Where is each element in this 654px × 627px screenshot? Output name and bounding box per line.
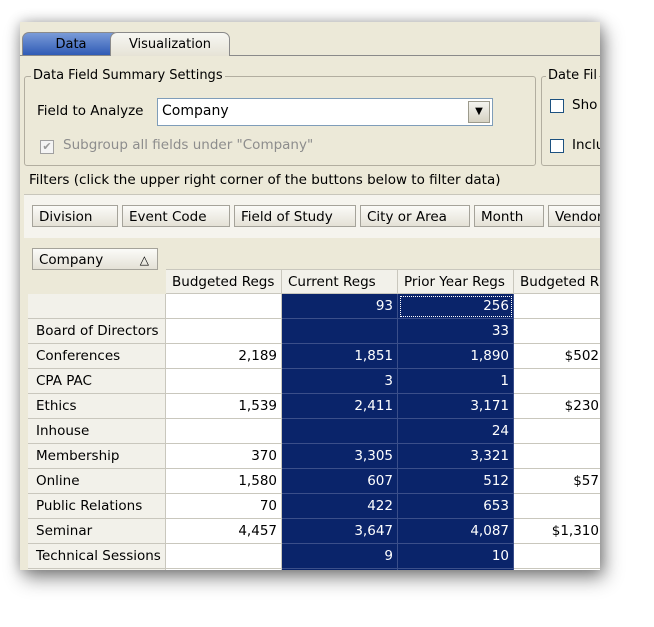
- data-cell[interactable]: 1,851: [282, 344, 398, 369]
- data-cell[interactable]: 1,890: [398, 344, 514, 369]
- chevron-down-icon[interactable]: ▼: [468, 101, 490, 123]
- data-cell[interactable]: 607: [282, 469, 398, 494]
- column-header[interactable]: Prior Year Regs: [398, 269, 514, 294]
- data-cell[interactable]: [166, 544, 282, 569]
- data-cell[interactable]: [514, 369, 600, 394]
- column-header[interactable]: Current Regs: [282, 269, 398, 294]
- data-cell[interactable]: [514, 494, 600, 519]
- data-cell[interactable]: 24: [398, 419, 514, 444]
- data-cell[interactable]: 1: [398, 369, 514, 394]
- data-cell[interactable]: $2,100: [514, 569, 600, 570]
- data-cell[interactable]: 9: [282, 544, 398, 569]
- data-cell[interactable]: 10: [398, 544, 514, 569]
- subgroup-checkbox[interactable]: ✔: [40, 140, 54, 154]
- data-cell[interactable]: 2,189: [166, 344, 282, 369]
- data-cell[interactable]: 4,087: [398, 519, 514, 544]
- data-cell[interactable]: 3,321: [398, 444, 514, 469]
- subgroup-label: Subgroup all fields under "Company": [63, 137, 314, 153]
- data-cell[interactable]: 3,305: [282, 444, 398, 469]
- pivot-window: Data Visualization Data Field Summary Se…: [20, 22, 600, 570]
- date-filter-legend: Date Fil: [546, 68, 599, 83]
- tab-data[interactable]: Data: [22, 32, 120, 56]
- row-header[interactable]: [28, 294, 166, 319]
- summary-settings-legend: Data Field Summary Settings: [31, 68, 225, 83]
- data-cell[interactable]: 1,580: [166, 469, 282, 494]
- data-cell[interactable]: [514, 319, 600, 344]
- company-header-label: Company: [39, 252, 104, 268]
- field-to-analyze-select[interactable]: Company ▼: [157, 98, 493, 126]
- pivot-grid: Company △ Budgeted Regs Current Regs Prior…: [24, 238, 600, 570]
- data-cell[interactable]: 93: [282, 294, 398, 319]
- row-header[interactable]: Membership: [28, 444, 166, 469]
- data-cell[interactable]: 12,348: [282, 569, 398, 570]
- data-cell[interactable]: 3,647: [282, 519, 398, 544]
- data-cell[interactable]: [282, 319, 398, 344]
- data-cell[interactable]: $502: [514, 344, 600, 369]
- data-cell[interactable]: $230: [514, 394, 600, 419]
- filter-bar: Division Event Code Field of Study City …: [24, 194, 600, 239]
- filter-division-button[interactable]: Division: [32, 205, 118, 227]
- summary-settings-group: Data Field Summary Settings Field to Ana…: [24, 68, 536, 166]
- row-header[interactable]: Grand Total: [28, 569, 166, 570]
- data-cell[interactable]: 2,411: [282, 394, 398, 419]
- date-option2-checkbox[interactable]: [550, 139, 564, 153]
- date-option2-label: Inclu: [572, 137, 600, 153]
- data-cell[interactable]: [166, 369, 282, 394]
- data-cell[interactable]: 256: [398, 294, 514, 319]
- data-cell[interactable]: [514, 544, 600, 569]
- company-row-header[interactable]: Company △: [32, 248, 158, 270]
- row-header[interactable]: Public Relations: [28, 494, 166, 519]
- tab-bar: Data Visualization: [20, 30, 600, 56]
- data-cell[interactable]: 10,205: [166, 569, 282, 570]
- data-cell[interactable]: 3,171: [398, 394, 514, 419]
- filter-city-button[interactable]: City or Area: [360, 205, 470, 227]
- data-cell[interactable]: 422: [282, 494, 398, 519]
- tab-divider: [20, 55, 600, 56]
- filter-month-button[interactable]: Month: [474, 205, 544, 227]
- data-cell[interactable]: 13,958: [398, 569, 514, 570]
- field-to-analyze-value: Company: [162, 103, 229, 119]
- data-cell[interactable]: 4,457: [166, 519, 282, 544]
- data-cell[interactable]: 70: [166, 494, 282, 519]
- data-cell[interactable]: 512: [398, 469, 514, 494]
- data-cell[interactable]: [166, 419, 282, 444]
- filters-label: Filters (click the upper right corner of…: [29, 172, 501, 188]
- filter-vendor-button[interactable]: Vendor: [548, 205, 600, 227]
- data-cell[interactable]: 653: [398, 494, 514, 519]
- data-cell[interactable]: [282, 419, 398, 444]
- data-cell[interactable]: 33: [398, 319, 514, 344]
- data-cell[interactable]: 3: [282, 369, 398, 394]
- data-cell[interactable]: $1,310: [514, 519, 600, 544]
- column-header[interactable]: Budgeted Regs: [166, 269, 282, 294]
- field-to-analyze-label: Field to Analyze: [37, 103, 144, 119]
- row-header[interactable]: Online: [28, 469, 166, 494]
- date-filter-group: Date Fil Sho Inclu: [541, 68, 600, 166]
- data-cell[interactable]: [166, 294, 282, 319]
- data-cell[interactable]: 370: [166, 444, 282, 469]
- row-header[interactable]: Inhouse: [28, 419, 166, 444]
- column-header[interactable]: Budgeted R: [514, 269, 600, 294]
- data-cell[interactable]: $57: [514, 469, 600, 494]
- data-cell[interactable]: [514, 444, 600, 469]
- date-option1-label: Sho: [572, 97, 598, 113]
- date-option1-checkbox[interactable]: [550, 99, 564, 113]
- row-header[interactable]: Seminar: [28, 519, 166, 544]
- row-header[interactable]: Conferences: [28, 344, 166, 369]
- row-header[interactable]: Technical Sessions: [28, 544, 166, 569]
- filter-field-of-study-button[interactable]: Field of Study: [234, 205, 356, 227]
- row-header[interactable]: Board of Directors: [28, 319, 166, 344]
- filter-event-code-button[interactable]: Event Code: [122, 205, 230, 227]
- data-cell[interactable]: 1,539: [166, 394, 282, 419]
- row-header[interactable]: CPA PAC: [28, 369, 166, 394]
- data-cell[interactable]: [514, 294, 600, 319]
- data-cell[interactable]: [514, 419, 600, 444]
- data-cell[interactable]: [166, 319, 282, 344]
- tab-visualization[interactable]: Visualization: [110, 32, 230, 56]
- row-header[interactable]: Ethics: [28, 394, 166, 419]
- triangle-up-icon[interactable]: △: [140, 249, 149, 271]
